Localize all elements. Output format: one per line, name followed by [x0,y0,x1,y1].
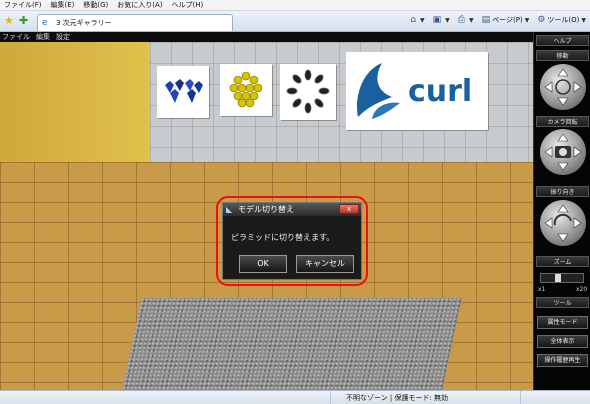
menu-favorites[interactable]: お気に入り(A) [117,0,162,11]
turn-arrows-icon [544,204,582,242]
page-icon: ▤ [481,15,491,25]
zoom-max-label: x20 [576,286,588,293]
zoom-min-label: x1 [538,286,546,293]
camera-icon [544,133,582,171]
app-menu-edit[interactable]: 編集 [36,32,50,42]
menu-help[interactable]: ヘルプ(H) [172,0,204,11]
show-all-button[interactable]: 全体表示 [537,335,588,348]
favorites-star-icon[interactable]: ★ [4,15,16,27]
chevron-down-icon: ▼ [420,16,425,24]
menu-file[interactable]: ファイル(F) [4,0,42,11]
feeds-icon: ▣ [432,15,442,25]
ring-of-ovals-image [286,69,330,114]
menu-go[interactable]: 移動(G) [83,0,108,11]
artwork-curl-logo[interactable]: curl [346,52,488,130]
print-button[interactable]: ⎙ ▼ [458,15,474,25]
ie-page-icon: e [42,18,48,28]
chevron-down-icon: ▼ [469,16,474,24]
command-bar: ⌂ ▼ ▣ ▼ ⎙ ▼ ▤ ページ(P) ▼ ⚙ ツール(O) ▼ [402,15,586,25]
navigation-sidebar: ヘルプ 移動 カメラ回転 振り向き ズーム x1 x20 ツール 属性モード 全… [533,32,590,390]
browser-tab-row: ★ ✚ e 3 次元ギャラリー ⌂ ▼ ▣ ▼ ⎙ ▼ ▤ ページ(P) ▼ ⚙ ツール(O… [0,11,590,32]
curl-swirl-logo-icon [357,63,400,119]
move-label: 移動 [536,50,589,61]
cancel-button[interactable]: キャンセル [296,255,354,273]
gear-icon: ⚙ [537,15,546,25]
blue-diamonds-image [165,79,203,103]
3d-viewport[interactable]: curl ◣ モデル切り替え x ピラミッドに切り替えます。 OK キャンセル [0,42,533,390]
app-menu-bar: ファイル 編集 設定 [0,32,533,42]
attribute-mode-button[interactable]: 属性モード [537,316,588,329]
chevron-down-icon: ▼ [524,16,530,24]
browser-menu-bar: ファイル(F) 編集(E) 移動(G) お気に入り(A) ヘルプ(H) [0,0,590,11]
dialog-title: モデル切り替え [238,205,294,214]
yellow-spheres-image [229,71,263,108]
artwork-blue-diamonds[interactable] [157,66,209,118]
browser-status-bar: 不明なゾーン | 保護モード: 無効 [0,390,590,404]
camera-rotate-pad[interactable] [540,129,586,175]
page-menu-button[interactable]: ▤ ページ(P) ▼ [482,15,530,25]
print-icon: ⎙ [457,15,465,25]
tools-menu-label: ツール(O) [547,16,580,24]
tab-title: 3 次元ギャラリー [56,19,112,27]
pan-pad[interactable] [540,200,586,246]
app-menu-file[interactable]: ファイル [2,32,30,42]
ok-button[interactable]: OK [239,255,287,273]
status-divider [520,391,521,404]
pan-label: 振り向き [536,186,589,197]
tools-label: ツール [536,297,589,308]
dialog-message: ピラミッドに切り替えます。 [231,233,335,242]
app-icon: ◣ [226,205,233,214]
zoom-slider-handle[interactable] [555,274,561,282]
chevron-down-icon: ▼ [581,16,586,24]
zoom-label: ズーム [536,256,589,267]
artwork-ring-of-ovals[interactable] [280,64,336,120]
artwork-yellow-spheres[interactable] [220,64,272,116]
granite-floor-mat [118,298,462,390]
feeds-button[interactable]: ▣ ▼ [433,15,450,25]
history-replay-button[interactable]: 操作履歴再生 [537,354,588,367]
move-arrows-icon [544,68,582,106]
tools-menu-button[interactable]: ⚙ ツール(O) ▼ [537,15,586,25]
zoom-slider[interactable] [540,273,584,283]
chevron-down-icon: ▼ [445,16,450,24]
gallery-app: ファイル 編集 設定 curl ◣ モデル切り替え x ピラミッドに切り替えます… [0,32,590,390]
home-icon: ⌂ [410,15,417,25]
status-divider [330,391,331,404]
home-button[interactable]: ⌂ ▼ [410,15,424,25]
dialog-close-button[interactable]: x [339,204,359,214]
browser-tab[interactable]: e 3 次元ギャラリー [37,14,233,31]
help-button[interactable]: ヘルプ [536,35,589,46]
add-favorite-icon[interactable]: ✚ [19,15,31,27]
camera-rotate-label: カメラ回転 [536,116,589,127]
model-switch-dialog: ◣ モデル切り替え x ピラミッドに切り替えます。 OK キャンセル [222,202,362,280]
security-zone-status: 不明なゾーン | 保護モード: 無効 [346,394,449,402]
curl-logo-text: curl [408,73,473,109]
dialog-title-bar[interactable]: ◣ モデル切り替え x [223,203,361,216]
page-menu-label: ページ(P) [492,16,523,24]
app-menu-settings[interactable]: 設定 [56,32,70,42]
move-pad[interactable] [540,64,586,110]
menu-edit[interactable]: 編集(E) [51,0,75,11]
